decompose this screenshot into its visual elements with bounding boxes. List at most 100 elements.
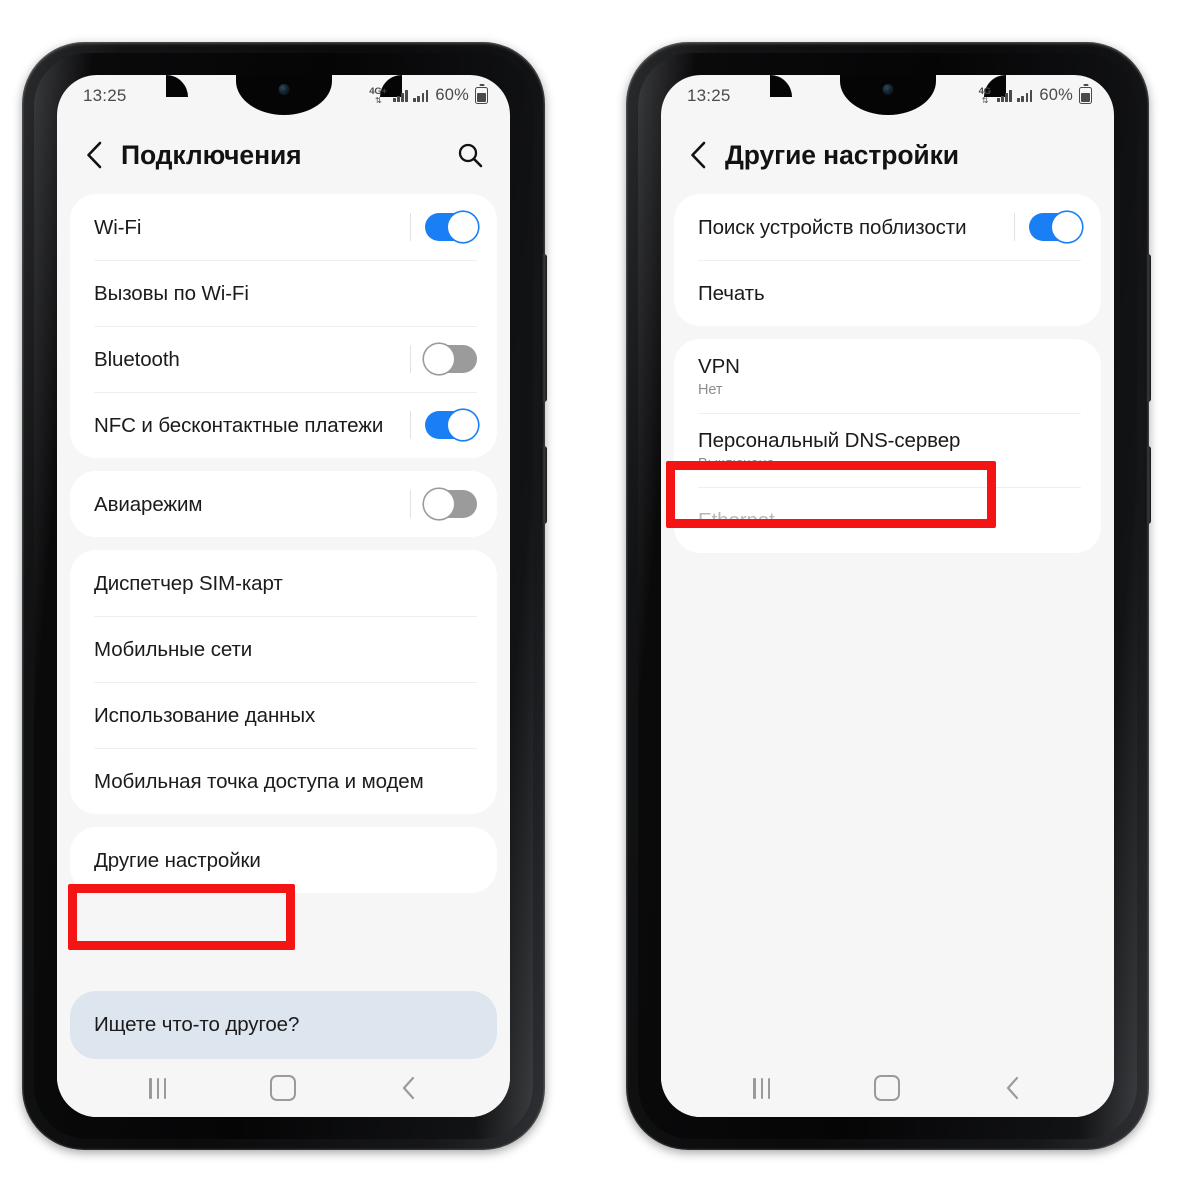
battery-percent: 60% — [435, 86, 469, 104]
list-item-nearby-device-scanning[interactable]: Поиск устройств поблизости — [674, 194, 1101, 260]
row-texts: Поиск устройств поблизости — [698, 215, 967, 239]
home-icon — [874, 1075, 901, 1101]
status-indicators: 4G ⇅ 60% — [979, 86, 1092, 105]
row-divider — [1013, 213, 1015, 241]
system-navigation-bar — [57, 1059, 510, 1117]
toggle-knob — [424, 344, 454, 374]
nfc-toggle[interactable] — [425, 410, 478, 440]
status-time: 13:25 — [687, 85, 731, 105]
signal-bars-sim2-icon — [1017, 89, 1033, 102]
status-bar: 13:25 4G+ ⇅ 60% — [57, 75, 510, 116]
home-icon — [270, 1075, 297, 1101]
phone-inner-frame: 13:25 4G+ ⇅ 60% Подключения Wi-Fi Вызовы… — [34, 53, 533, 1139]
volume-rocker-button[interactable] — [1145, 254, 1151, 402]
phone-screen-connections: 13:25 4G+ ⇅ 60% Подключения Wi-Fi Вызовы… — [57, 75, 510, 1117]
row-texts: Печать — [698, 281, 765, 305]
screenshot-stage: 13:25 4G+ ⇅ 60% Подключения Wi-Fi Вызовы… — [0, 0, 1200, 1200]
list-item-mobile-networks[interactable]: Мобильные сети — [70, 616, 497, 682]
settings-group-network: VPN Нет Персональный DNS-сервер Выключен… — [674, 339, 1101, 553]
row-texts: Мобильная точка доступа и модем — [94, 769, 424, 793]
toggle-wrap — [409, 212, 478, 242]
looking-for-something-else-banner[interactable]: Ищете что-то другое? — [70, 991, 497, 1059]
phone-screen-more-settings: 13:25 4G ⇅ 60% Другие настройки Поиск ус… — [661, 75, 1114, 1117]
toggle-knob — [448, 212, 478, 242]
list-item-more-settings[interactable]: Другие настройки — [70, 827, 497, 893]
phone-bezel: 13:25 4G+ ⇅ 60% Подключения Wi-Fi Вызовы… — [57, 75, 510, 1117]
settings-group-wireless: Wi-Fi Вызовы по Wi-Fi Bluetooth NFC и бе… — [70, 194, 497, 458]
nav-recents-button[interactable] — [727, 1066, 797, 1110]
phone-inner-frame: 13:25 4G ⇅ 60% Другие настройки Поиск ус… — [638, 53, 1137, 1139]
back-chevron-icon — [1007, 1076, 1019, 1100]
search-button[interactable] — [452, 137, 488, 173]
list-item-wifi[interactable]: Wi-Fi — [70, 194, 497, 260]
nearby-scanning-toggle[interactable] — [1029, 212, 1082, 242]
row-texts: Другие настройки — [94, 848, 261, 872]
network-type-icon: 4G ⇅ — [978, 85, 991, 105]
settings-list: Поиск устройств поблизости Печать VPN Не… — [661, 194, 1114, 1059]
power-button[interactable] — [1145, 446, 1151, 524]
settings-group-mobile: Диспетчер SIM-карт Мобильные сети Исполь… — [70, 550, 497, 814]
chevron-left-icon — [691, 141, 706, 169]
row-texts: Ethernet — [698, 508, 775, 532]
nav-home-button[interactable] — [852, 1066, 922, 1110]
back-button[interactable] — [77, 138, 111, 172]
list-item-data-usage[interactable]: Использование данных — [70, 682, 497, 748]
phone-device-connections: 13:25 4G+ ⇅ 60% Подключения Wi-Fi Вызовы… — [22, 42, 547, 1150]
back-chevron-icon — [403, 1076, 415, 1100]
toggle-wrap — [409, 344, 477, 374]
nav-back-button[interactable] — [374, 1066, 444, 1110]
chevron-left-icon — [87, 141, 102, 169]
list-item-vpn[interactable]: VPN Нет — [674, 339, 1101, 413]
list-item-nfc[interactable]: NFC и бесконтактные платежи — [70, 392, 497, 458]
list-item-bluetooth[interactable]: Bluetooth — [70, 326, 497, 392]
status-bar: 13:25 4G ⇅ 60% — [661, 75, 1114, 116]
row-texts: Диспетчер SIM-карт — [94, 571, 283, 595]
row-texts: Wi-Fi — [94, 215, 142, 239]
phone-device-more-settings: 13:25 4G ⇅ 60% Другие настройки Поиск ус… — [626, 42, 1151, 1150]
nav-home-button[interactable] — [248, 1066, 318, 1110]
bluetooth-toggle[interactable] — [424, 344, 477, 374]
row-divider — [409, 213, 411, 241]
nav-back-button[interactable] — [978, 1066, 1048, 1110]
back-button[interactable] — [681, 138, 715, 172]
power-button[interactable] — [541, 446, 547, 524]
row-texts: Мобильные сети — [94, 637, 253, 661]
toggle-wrap — [1013, 212, 1082, 242]
settings-group-more: Другие настройки — [70, 827, 497, 893]
app-header: Другие настройки — [661, 116, 1114, 194]
list-item-private-dns[interactable]: Персональный DNS-сервер Выключено — [674, 413, 1101, 487]
list-item-airplane-mode[interactable]: Авиарежим — [70, 471, 497, 537]
volume-rocker-button[interactable] — [541, 254, 547, 402]
settings-group-airplane: Авиарежим — [70, 471, 497, 537]
row-texts: VPN Нет — [698, 355, 740, 398]
row-texts: Авиарежим — [94, 492, 203, 516]
system-navigation-bar — [661, 1059, 1114, 1117]
row-texts: NFC и бесконтактные платежи — [94, 413, 384, 437]
status-time: 13:25 — [83, 85, 127, 105]
list-item-wifi-calling[interactable]: Вызовы по Wi-Fi — [70, 260, 497, 326]
signal-bars-sim2-icon — [413, 89, 429, 102]
toggle-wrap — [409, 489, 477, 519]
toggle-knob — [448, 410, 478, 440]
nav-recents-button[interactable] — [123, 1066, 193, 1110]
network-type-icon: 4G+ ⇅ — [369, 85, 387, 105]
row-texts: Вызовы по Wi-Fi — [94, 281, 249, 305]
row-divider — [409, 411, 411, 439]
app-header: Подключения — [57, 116, 510, 194]
list-item-printing[interactable]: Печать — [674, 260, 1101, 326]
list-item-sim-manager[interactable]: Диспетчер SIM-карт — [70, 550, 497, 616]
toggle-knob — [1052, 212, 1082, 242]
status-indicators: 4G+ ⇅ 60% — [369, 86, 488, 105]
list-item-hotspot-tethering[interactable]: Мобильная точка доступа и модем — [70, 748, 497, 814]
battery-icon — [1079, 87, 1092, 104]
row-divider — [409, 490, 411, 518]
search-icon — [458, 143, 483, 168]
list-item-ethernet: Ethernet — [674, 487, 1101, 553]
page-title: Другие настройки — [725, 139, 959, 170]
airplane-mode-toggle[interactable] — [424, 489, 477, 519]
page-title: Подключения — [121, 139, 302, 170]
wifi-toggle[interactable] — [425, 212, 478, 242]
row-texts: Использование данных — [94, 703, 316, 727]
signal-bars-sim1-icon — [996, 89, 1013, 102]
row-divider — [409, 345, 411, 373]
